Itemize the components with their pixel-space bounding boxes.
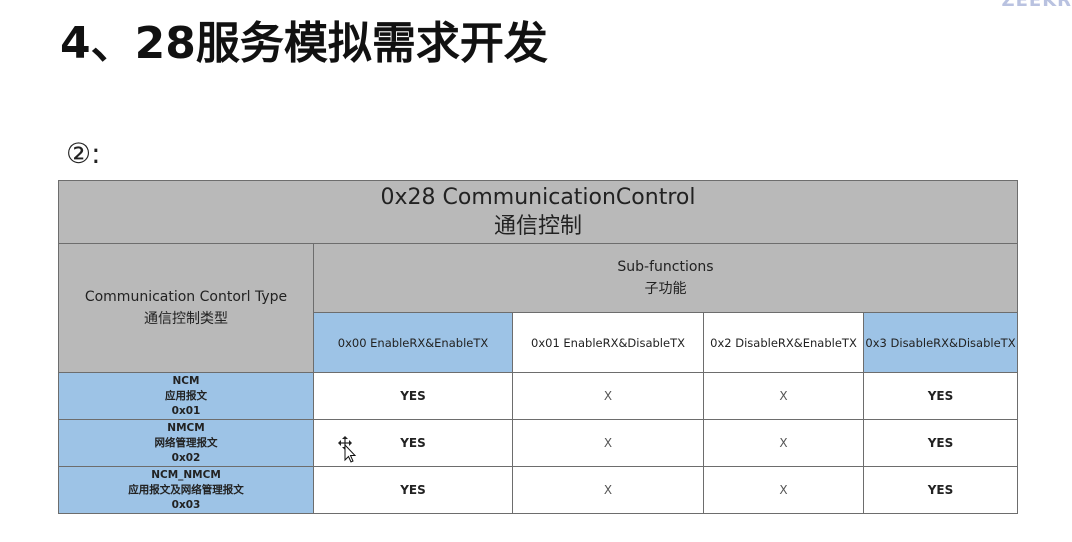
communication-control-table: 0x28 CommunicationControl 通信控制 Communica… [58,180,1018,514]
row-code: 0x01 [171,404,201,417]
row-cn: 应用报文 [165,389,207,402]
subfunctions-header-cn: 子功能 [644,281,687,297]
slide-title: 4、28服务模拟需求开发 [60,18,548,69]
table-cell: YES [863,372,1018,420]
row-name: NCM [172,374,200,387]
subfunctions-header-cell: Sub-functions 子功能 [313,243,1018,313]
subfunction-header: 0x3 DisableRX&DisableTX [863,312,1018,373]
table-row: NCM_NMCM 应用报文及网络管理报文 0x03 YES X X YES [58,466,1018,514]
subfunction-header: 0x01 EnableRX&DisableTX [512,312,704,373]
table-cell: X [512,466,704,514]
row-code: 0x03 [171,498,201,511]
row-header: NCM 应用报文 0x01 [58,372,314,420]
corner-logo: ZEEKR [962,0,1072,8]
row-cn: 应用报文及网络管理报文 [128,483,244,496]
table-row: NCM 应用报文 0x01 YES X X YES [58,372,1018,420]
move-cursor-icon [338,436,357,463]
row-name: NMCM [167,421,205,434]
row-header: NCM_NMCM 应用报文及网络管理报文 0x03 [58,466,314,514]
table-cell: X [512,419,704,467]
row-code: 0x02 [171,451,201,464]
table-cell: X [512,372,704,420]
row-cn: 网络管理报文 [154,436,218,449]
table-row: NMCM 网络管理报文 0x02 YES X X YES [58,419,1018,467]
row-header: NMCM 网络管理报文 0x02 [58,419,314,467]
subfunction-header: 0x2 DisableRX&EnableTX [703,312,864,373]
table-title-cell: 0x28 CommunicationControl 通信控制 [58,180,1018,244]
row-name: NCM_NMCM [151,468,221,481]
table-cell: X [703,419,864,467]
table-cell: YES [313,466,513,514]
table-cell: X [703,372,864,420]
table-cell: X [703,466,864,514]
subsection-label: ②: [66,137,101,170]
type-header-cn: 通信控制类型 [144,311,228,327]
table-cell: YES [313,372,513,420]
subfunction-header: 0x00 EnableRX&EnableTX [313,312,513,373]
table-title-en: 0x28 CommunicationControl [380,185,696,210]
table-cell: YES [863,466,1018,514]
subfunctions-header-en: Sub-functions [617,259,714,275]
type-header-en: Communication Contorl Type [84,289,288,305]
table-title-cn: 通信控制 [493,214,582,239]
table-cell: YES [863,419,1018,467]
type-header-cell: Communication Contorl Type 通信控制类型 [58,243,314,373]
